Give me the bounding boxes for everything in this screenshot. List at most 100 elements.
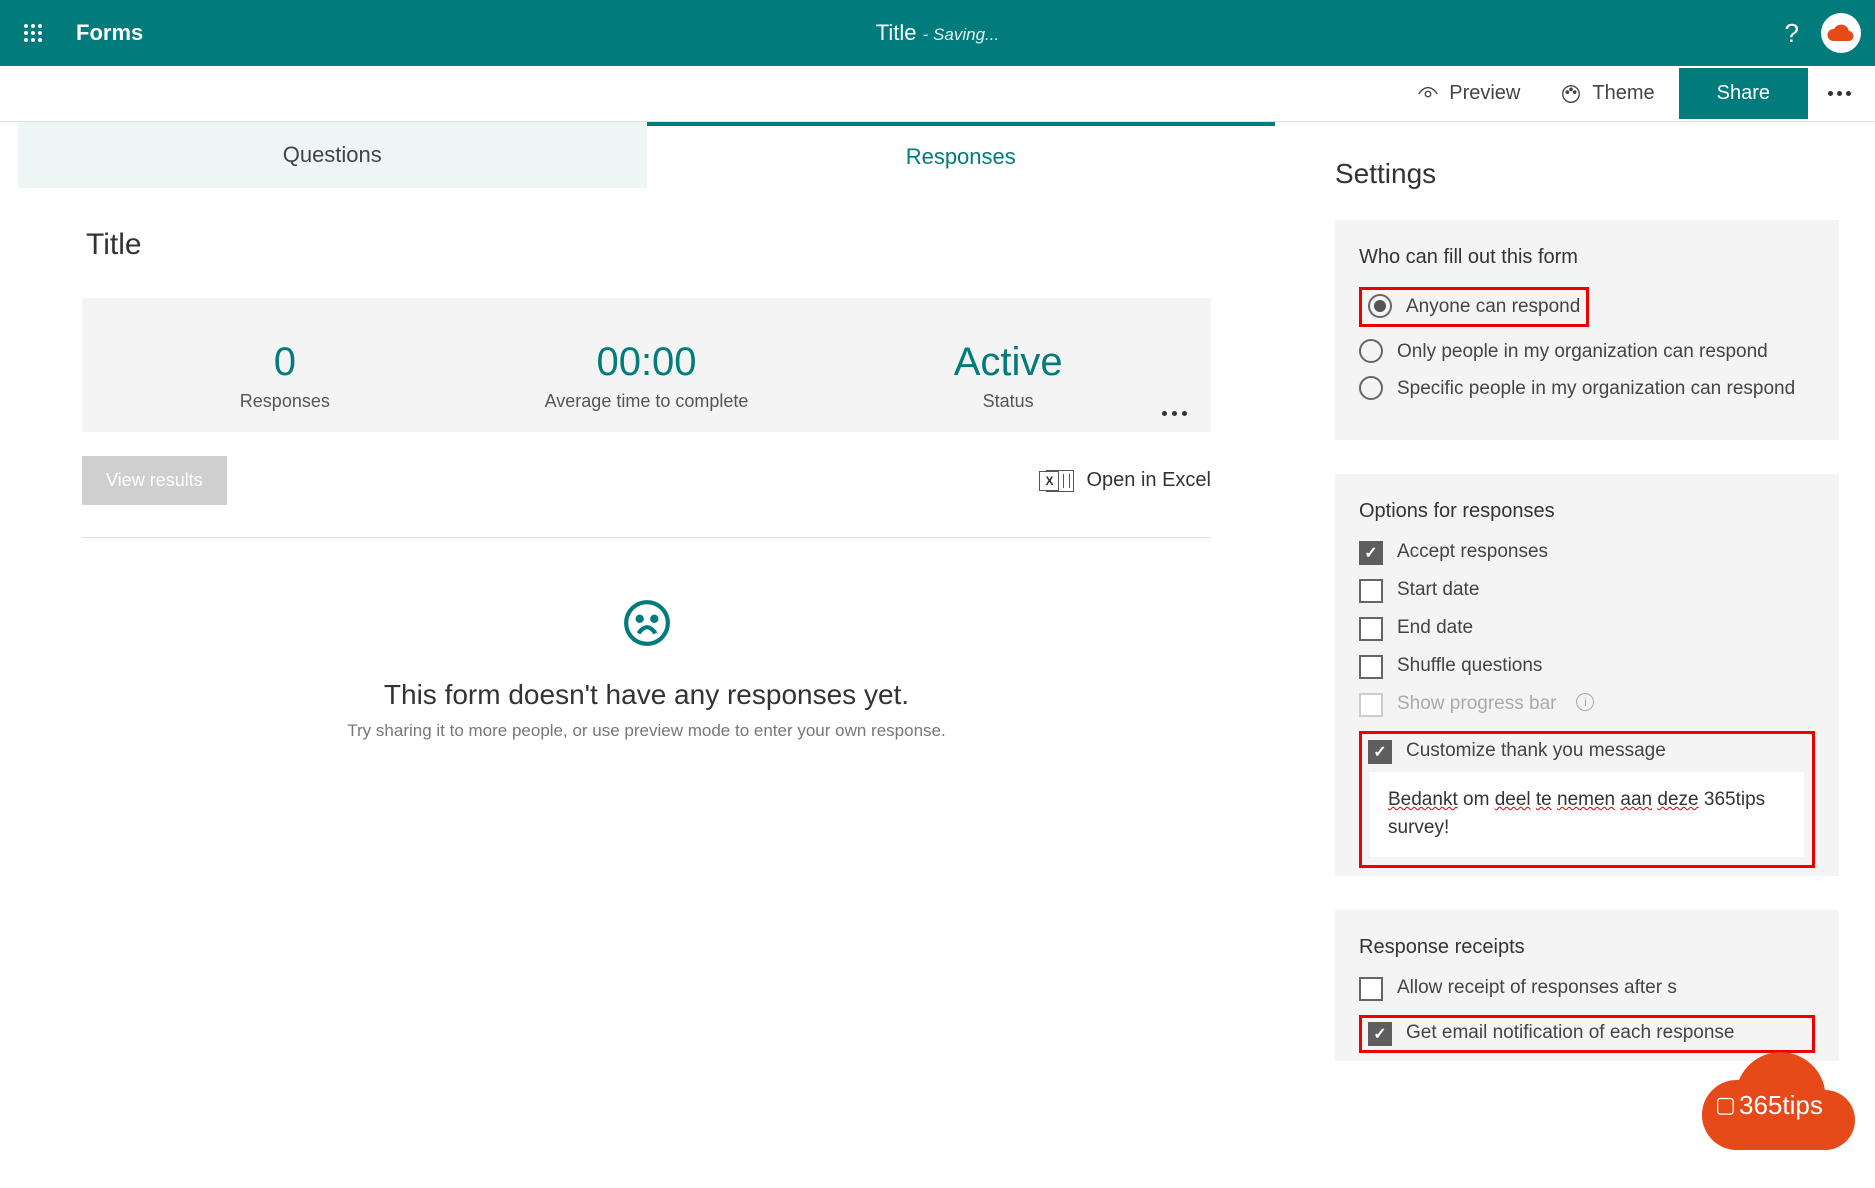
chk-end-date[interactable]: End date <box>1359 617 1815 641</box>
watermark-text: 365tips <box>1739 1090 1823 1121</box>
document-title: Title - Saving... <box>876 20 999 46</box>
stat-responses: 0 Responses <box>104 340 466 412</box>
checkbox-icon <box>1359 655 1383 679</box>
share-button[interactable]: Share <box>1679 68 1808 119</box>
options-heading: Options for responses <box>1359 500 1815 523</box>
waffle-icon <box>23 23 43 43</box>
help-button[interactable]: ? <box>1785 18 1799 49</box>
chk-accept-label: Accept responses <box>1397 541 1548 563</box>
document-title-text[interactable]: Title <box>876 20 917 45</box>
stat-responses-value: 0 <box>104 340 466 385</box>
who-heading: Who can fill out this form <box>1359 246 1815 269</box>
empty-heading: This form doesn't have any responses yet… <box>82 679 1211 711</box>
frown-icon <box>622 598 672 648</box>
chk-customize-label: Customize thank you message <box>1406 740 1666 762</box>
main-column: Questions Responses Title 0 Responses 00… <box>0 122 1305 1188</box>
chk-accept[interactable]: Accept responses <box>1359 541 1815 565</box>
tab-questions[interactable]: Questions <box>18 122 647 188</box>
receipts-heading: Response receipts <box>1359 936 1815 959</box>
radio-org[interactable]: Only people in my organization can respo… <box>1359 339 1815 365</box>
radio-icon <box>1368 294 1392 318</box>
highlight-thankyou: Customize thank you message Bedankt om d… <box>1359 731 1815 868</box>
receipts-panel: Response receipts Allow receipt of respo… <box>1335 910 1839 1061</box>
app-topbar: Forms Title - Saving... ? <box>0 0 1875 66</box>
thank-you-message-input[interactable]: Bedankt om deel te nemen aan deze 365tip… <box>1370 772 1804 857</box>
settings-heading: Settings <box>1335 158 1839 190</box>
tab-questions-label: Questions <box>283 142 382 168</box>
tab-responses[interactable]: Responses <box>647 122 1276 188</box>
chk-allow-label: Allow receipt of responses after s <box>1397 977 1677 999</box>
radio-org-label: Only people in my organization can respo… <box>1397 339 1815 365</box>
form-title: Title <box>86 228 1211 262</box>
radio-specific[interactable]: Specific people in my organization can r… <box>1359 376 1815 402</box>
stat-status-value: Active <box>827 340 1189 385</box>
checkbox-icon <box>1359 977 1383 1001</box>
content-columns: Questions Responses Title 0 Responses 00… <box>0 122 1875 1188</box>
topbar-right: ? <box>1785 13 1861 53</box>
chk-start-date[interactable]: Start date <box>1359 579 1815 603</box>
share-label: Share <box>1717 82 1770 105</box>
theme-label: Theme <box>1592 82 1654 105</box>
results-actions: View results Open in Excel <box>82 456 1211 538</box>
checkbox-icon <box>1359 541 1383 565</box>
open-in-excel-label: Open in Excel <box>1086 469 1211 492</box>
chk-email-notify[interactable]: Get email notification of each response <box>1368 1022 1806 1046</box>
stats-more-button[interactable] <box>1162 411 1187 416</box>
app-launcher-button[interactable] <box>0 0 66 66</box>
checkbox-icon <box>1368 1022 1392 1046</box>
who-can-respond-panel: Who can fill out this form Anyone can re… <box>1335 220 1839 440</box>
chk-allow-receipt[interactable]: Allow receipt of responses after s <box>1359 977 1815 1001</box>
radio-icon <box>1359 376 1383 400</box>
chk-start-label: Start date <box>1397 579 1479 601</box>
radio-anyone-label: Anyone can respond <box>1406 294 1580 320</box>
preview-label: Preview <box>1449 82 1520 105</box>
excel-icon <box>1046 470 1074 492</box>
watermark-logo: ▢ 365tips <box>1695 1050 1865 1165</box>
radio-specific-label: Specific people in my organization can r… <box>1397 376 1815 402</box>
stat-avg-label: Average time to complete <box>466 391 828 412</box>
checkbox-icon <box>1359 617 1383 641</box>
radio-icon <box>1359 339 1383 363</box>
empty-state: This form doesn't have any responses yet… <box>82 598 1211 741</box>
checkbox-icon <box>1359 693 1383 717</box>
chk-progress: Show progress bar i <box>1359 693 1815 717</box>
form-tabs: Questions Responses <box>18 122 1275 188</box>
settings-panel: Settings Who can fill out this form Anyo… <box>1305 122 1875 1188</box>
highlight-anyone: Anyone can respond <box>1359 287 1589 327</box>
radio-anyone[interactable]: Anyone can respond <box>1368 294 1580 320</box>
stat-status-label: Status <box>827 391 1189 412</box>
info-icon[interactable]: i <box>1576 693 1594 711</box>
highlight-email-notify: Get email notification of each response <box>1359 1015 1815 1053</box>
chk-progress-label: Show progress bar <box>1397 693 1556 715</box>
options-panel: Options for responses Accept responses S… <box>1335 474 1839 876</box>
chk-end-label: End date <box>1397 617 1473 639</box>
office-cloud-icon <box>1827 23 1855 43</box>
checkbox-icon <box>1359 579 1383 603</box>
chk-shuffle-label: Shuffle questions <box>1397 655 1542 677</box>
avatar[interactable] <box>1821 13 1861 53</box>
checkbox-icon <box>1368 740 1392 764</box>
office-square-icon: ▢ <box>1715 1092 1736 1118</box>
stat-avg-value: 00:00 <box>466 340 828 385</box>
view-results-button[interactable]: View results <box>82 456 227 505</box>
stat-responses-label: Responses <box>104 391 466 412</box>
chk-customize-message[interactable]: Customize thank you message <box>1368 740 1806 764</box>
app-brand: Forms <box>76 20 143 46</box>
more-menu-button[interactable] <box>1816 83 1863 104</box>
stats-card: 0 Responses 00:00 Average time to comple… <box>82 298 1211 432</box>
responses-page: Title 0 Responses 00:00 Average time to … <box>18 188 1275 741</box>
open-in-excel-button[interactable]: Open in Excel <box>1046 469 1211 492</box>
chk-email-label: Get email notification of each response <box>1406 1022 1734 1044</box>
command-bar: Preview Theme Share <box>0 66 1875 122</box>
tab-responses-label: Responses <box>906 144 1016 170</box>
chk-shuffle[interactable]: Shuffle questions <box>1359 655 1815 679</box>
theme-button[interactable]: Theme <box>1544 74 1670 113</box>
save-status: - Saving... <box>923 25 1000 44</box>
eye-icon <box>1417 83 1439 105</box>
stat-status: Active Status <box>827 340 1189 412</box>
empty-sub: Try sharing it to more people, or use pr… <box>82 721 1211 741</box>
stat-avg-time: 00:00 Average time to complete <box>466 340 828 412</box>
ellipsis-icon <box>1828 91 1851 96</box>
preview-button[interactable]: Preview <box>1401 74 1536 113</box>
palette-icon <box>1560 83 1582 105</box>
